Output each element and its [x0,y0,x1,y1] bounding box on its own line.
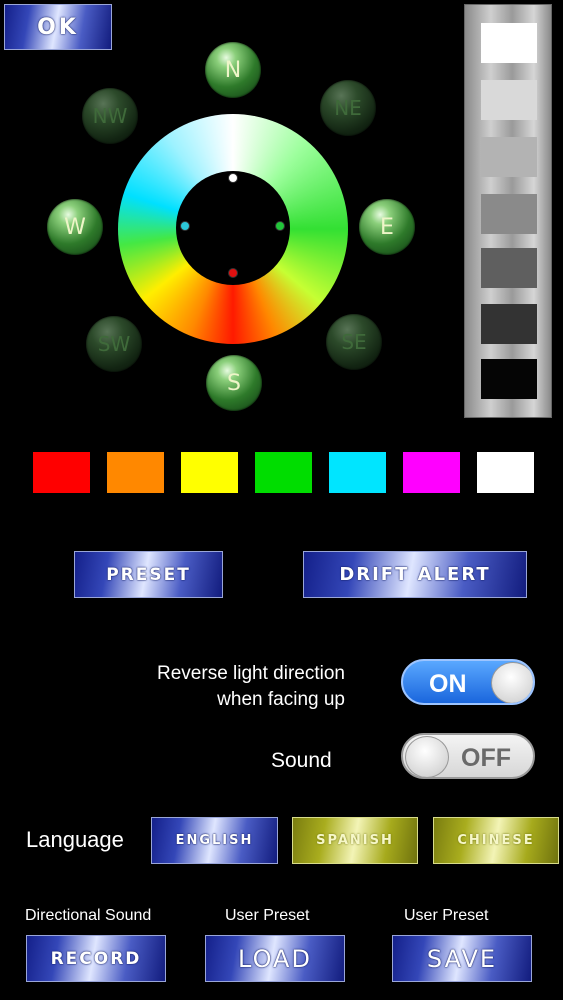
green-dot-marker [275,221,285,231]
language-english-button[interactable]: ENGLISH [151,817,278,864]
gray-swatch-4[interactable] [481,194,537,234]
drift-alert-button[interactable]: DRIFT ALERT [303,551,527,598]
white-dot-marker [228,173,238,183]
directional-sound-label: Directional Sound [25,907,152,924]
cyan-dot-marker [180,221,190,231]
reverse-direction-toggle[interactable]: ON [401,659,535,705]
direction-e-button[interactable]: E [359,199,415,255]
direction-ne-button[interactable]: NE [320,80,376,136]
direction-n-button[interactable]: N [205,42,261,98]
color-swatch-orange[interactable] [107,452,164,493]
gray-swatch-1[interactable] [481,23,537,63]
sound-toggle[interactable]: OFF [401,733,535,779]
color-swatch-cyan[interactable] [329,452,386,493]
toggle-knob [405,736,449,777]
color-swatch-green[interactable] [255,452,312,493]
sound-toggle-state: OFF [461,744,511,772]
language-chinese-button[interactable]: CHINESE [433,817,559,864]
reverse-toggle-state: ON [429,670,467,698]
record-button[interactable]: RECORD [26,935,166,982]
gray-swatch-7[interactable] [481,359,537,399]
red-dot-marker [228,268,238,278]
sound-label: Sound [271,749,332,772]
toggle-knob [491,662,533,703]
direction-s-button[interactable]: S [206,355,262,411]
direction-nw-button[interactable]: NW [82,88,138,144]
preset-button[interactable]: PRESET [74,551,223,598]
reverse-direction-label-line1: Reverse light direction [157,663,345,684]
ok-button[interactable]: OK [4,4,112,50]
gray-swatch-5[interactable] [481,248,537,288]
user-preset-load-label: User Preset [225,907,310,924]
color-swatch-yellow[interactable] [181,452,238,493]
gray-swatch-6[interactable] [481,304,537,344]
direction-w-button[interactable]: W [47,199,103,255]
load-button[interactable]: LOAD [205,935,345,982]
save-button[interactable]: SAVE [392,935,532,982]
reverse-direction-label: Reverse light direction when facing up [157,661,345,713]
reverse-direction-label-line2: when facing up [217,689,345,710]
gray-swatch-3[interactable] [481,137,537,177]
gray-swatch-2[interactable] [481,80,537,120]
language-label: Language [26,827,124,852]
direction-sw-button[interactable]: SW [86,316,142,372]
color-swatch-red[interactable] [33,452,90,493]
brightness-strip [464,4,552,418]
color-swatch-magenta[interactable] [403,452,460,493]
language-spanish-button[interactable]: SPANISH [292,817,418,864]
user-preset-save-label: User Preset [404,907,489,924]
color-swatch-white[interactable] [477,452,534,493]
direction-se-button[interactable]: SE [326,314,382,370]
